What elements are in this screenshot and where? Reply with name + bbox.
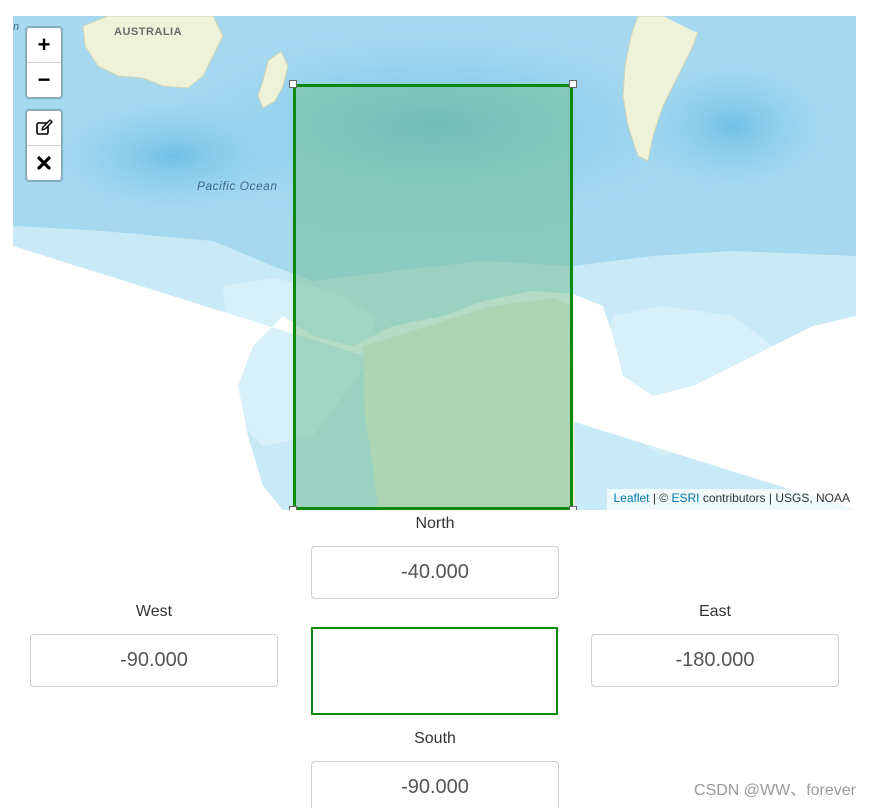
attribution-separator: | © [649, 491, 672, 505]
south-label: South [414, 730, 456, 747]
bbox-preview [311, 627, 558, 715]
map-label-australia: AUSTRALIA [114, 26, 183, 38]
map-label-edge: n [13, 21, 20, 33]
leaflet-link[interactable]: Leaflet [613, 491, 649, 505]
esri-link[interactable]: ESRI [671, 491, 699, 505]
west-label: West [135, 603, 173, 620]
bbox-handle-nw[interactable] [289, 80, 297, 88]
east-input[interactable] [591, 634, 839, 687]
map-view[interactable]: n AUSTRALIA Pacific Ocean + − Leaflet | … [13, 16, 856, 510]
draw-edit-toolbar [25, 109, 63, 182]
bbox-handle-se[interactable] [569, 506, 577, 510]
west-input[interactable] [30, 634, 278, 687]
east-label: East [698, 603, 731, 620]
bbox-handle-sw[interactable] [289, 506, 297, 510]
zoom-in-button[interactable]: + [27, 28, 61, 62]
north-input[interactable] [311, 546, 559, 599]
zoom-out-button[interactable]: − [27, 62, 61, 97]
watermark: CSDN @WW、forever [693, 782, 856, 799]
page: n AUSTRALIA Pacific Ocean + − Leaflet | … [0, 0, 870, 808]
zoom-control: + − [25, 26, 63, 99]
drawn-bounding-box[interactable] [293, 84, 573, 510]
map-attribution: Leaflet | © ESRI contributors | USGS, NO… [607, 489, 856, 510]
edit-layers-button[interactable] [27, 111, 61, 145]
edit-icon [35, 115, 53, 140]
bbox-handle-ne[interactable] [569, 80, 577, 88]
delete-layers-button[interactable] [27, 145, 61, 180]
attribution-text: contributors | USGS, NOAA [699, 491, 850, 505]
close-icon [36, 150, 52, 175]
north-label: North [415, 515, 455, 532]
south-input[interactable] [311, 761, 559, 808]
map-label-pacific-ocean: Pacific Ocean [197, 179, 278, 193]
